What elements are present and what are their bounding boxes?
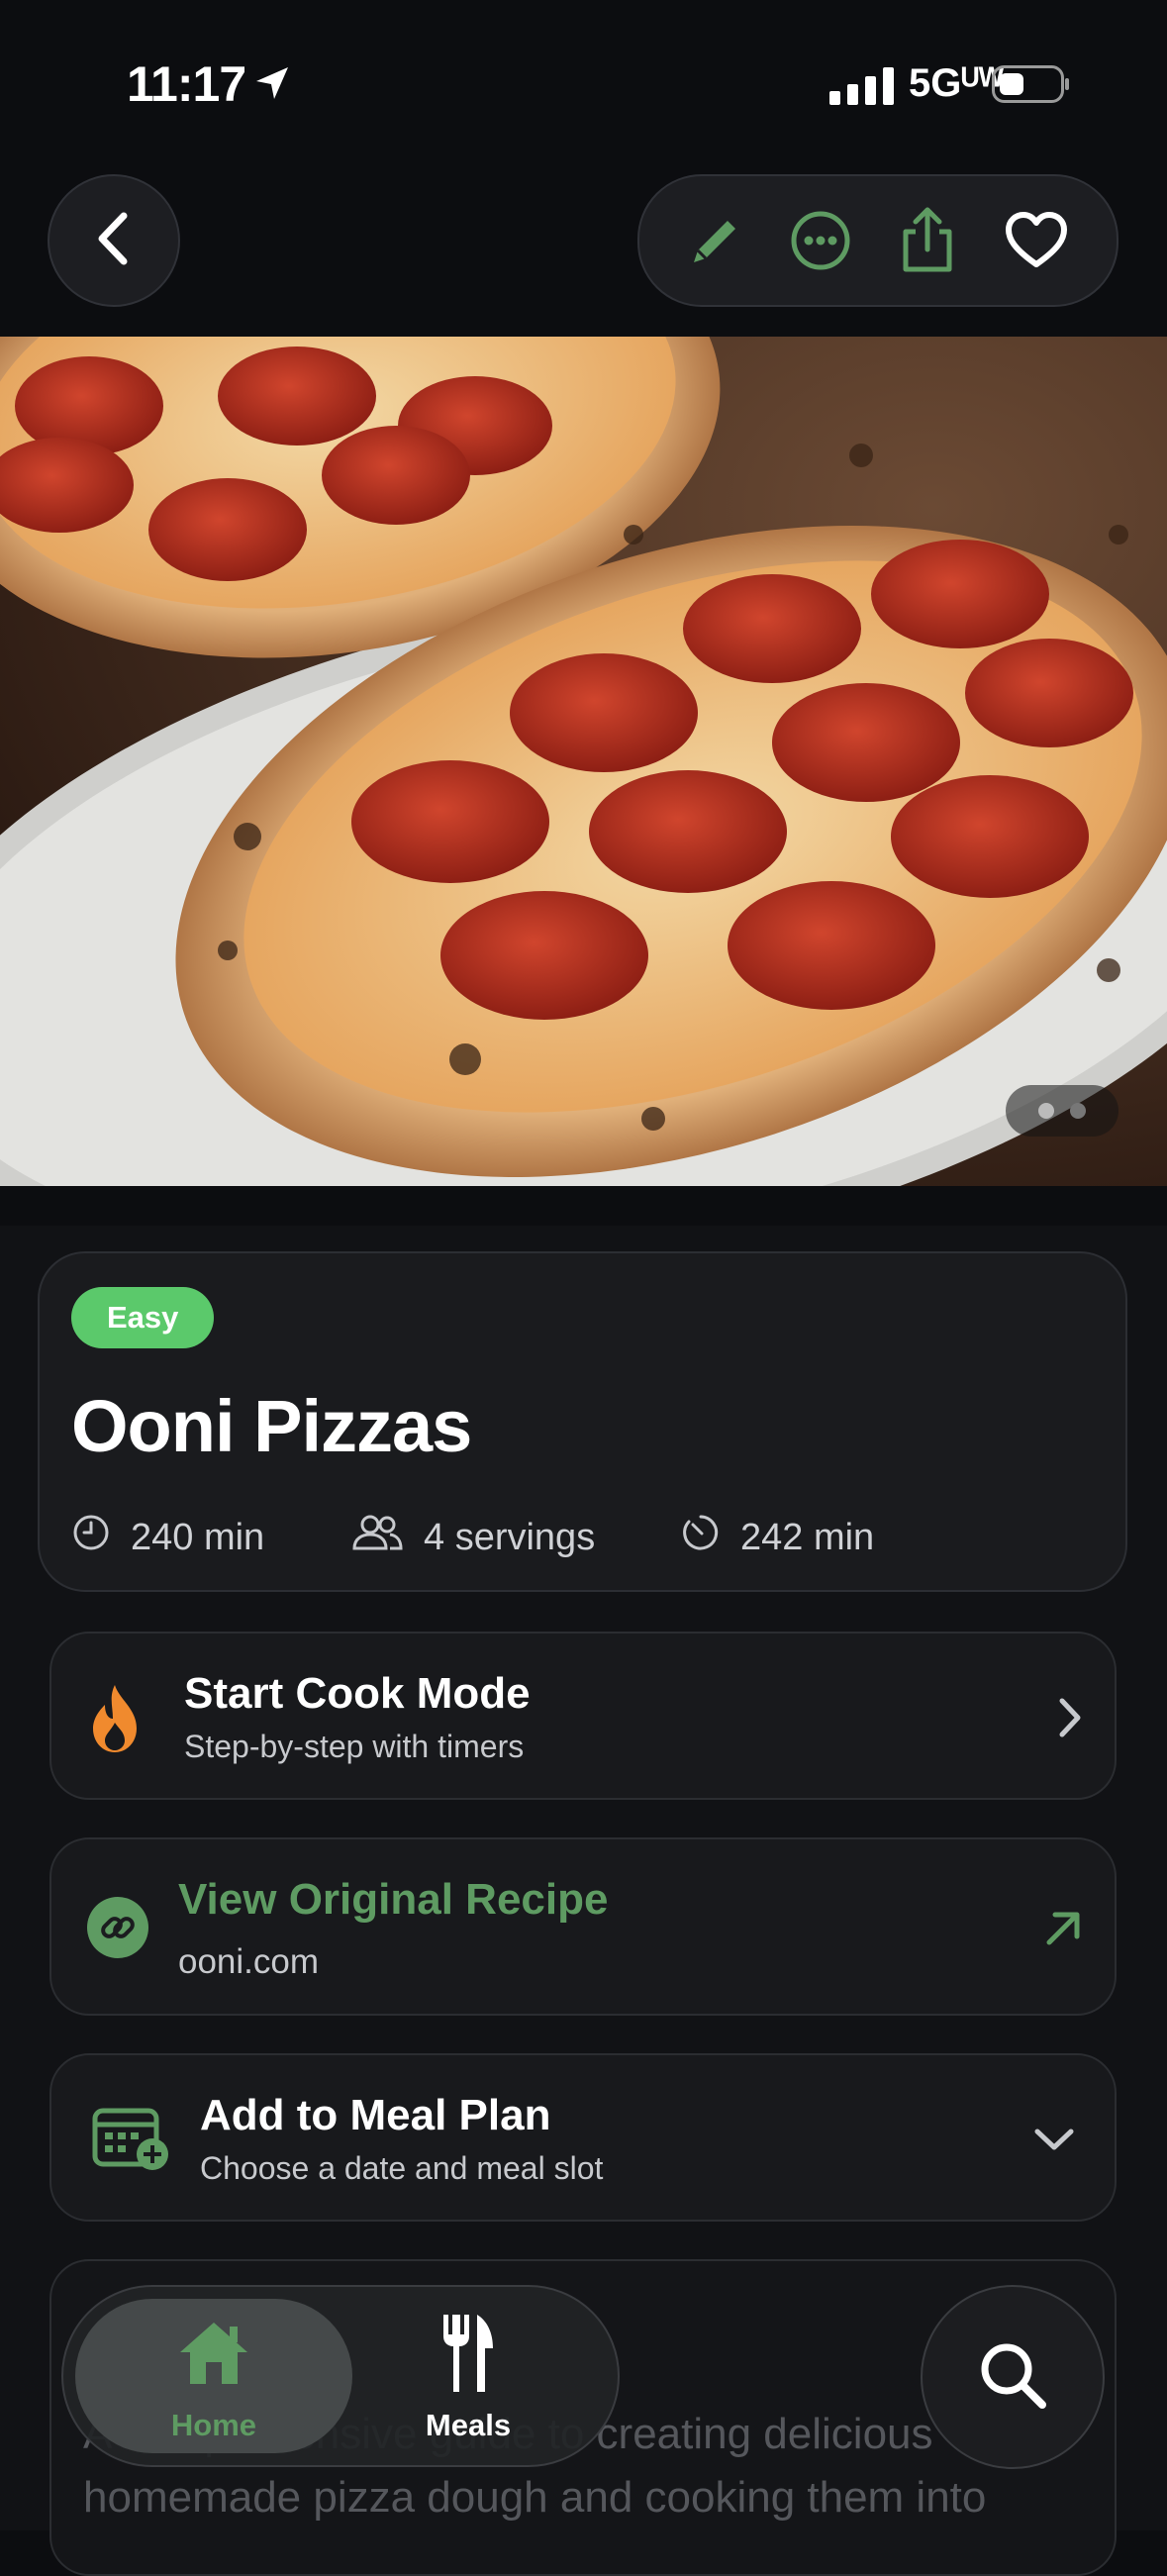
tab-home-label: Home (170, 2408, 257, 2442)
calendar-add-icon (91, 2103, 172, 2179)
people-icon (350, 1513, 404, 1562)
total-time-value: 242 min (740, 1516, 875, 1558)
cook-mode-title: Start Cook Mode (184, 1669, 531, 1718)
prep-time: 240 min (71, 1513, 264, 1562)
tab-meals[interactable]: Meals (364, 2299, 572, 2453)
share-icon[interactable] (893, 206, 962, 275)
start-cook-mode-button[interactable]: Start Cook Mode Step-by-step with timers (49, 1632, 1117, 1800)
network-type: 5Gᵁᵂ (909, 61, 1005, 105)
difficulty-badge: Easy (71, 1287, 215, 1348)
timer-icon (681, 1513, 721, 1562)
recipe-title: Ooni Pizzas (71, 1385, 472, 1467)
flame-icon (85, 1683, 145, 1759)
photo-page-indicator[interactable] (1006, 1085, 1118, 1137)
clock-icon (71, 1513, 111, 1562)
status-time: 11:17 (127, 56, 246, 112)
external-link-arrow-icon (1041, 1907, 1085, 1955)
chevron-left-icon (94, 212, 134, 270)
location-arrow-icon (252, 63, 292, 108)
servings-value: 4 servings (424, 1516, 596, 1558)
recipe-photo[interactable] (0, 337, 1167, 1186)
original-recipe-domain: ooni.com (178, 1942, 320, 1981)
view-original-recipe-link[interactable]: View Original Recipe ooni.com (49, 1837, 1117, 2016)
battery-icon (992, 65, 1069, 103)
search-button[interactable] (921, 2285, 1105, 2469)
add-to-meal-plan-dropdown[interactable]: Add to Meal Plan Choose a date and meal … (49, 2053, 1117, 2222)
total-time: 242 min (681, 1513, 874, 1562)
original-recipe-title: View Original Recipe (178, 1875, 609, 1924)
chevron-right-icon (1057, 1697, 1083, 1743)
cook-mode-subtitle: Step-by-step with timers (184, 1729, 525, 1764)
link-icon (87, 1897, 148, 1958)
description-line-2: homemade pizza dough and cooking them in… (83, 2473, 987, 2522)
fork-knife-icon (439, 2313, 495, 2399)
prep-time-value: 240 min (131, 1516, 265, 1558)
ellipsis-circle-icon[interactable] (786, 206, 855, 275)
house-icon (176, 2317, 251, 2393)
chevron-down-icon (1033, 2127, 1075, 2157)
tab-home[interactable]: Home (75, 2299, 352, 2453)
search-icon (975, 2337, 1050, 2418)
back-button[interactable] (48, 174, 180, 307)
heart-icon[interactable] (1002, 206, 1071, 275)
meal-plan-title: Add to Meal Plan (200, 2091, 551, 2139)
tab-meals-label: Meals (425, 2408, 512, 2442)
servings: 4 servings (350, 1513, 595, 1562)
recipe-actions-bar (637, 174, 1118, 307)
meal-plan-subtitle: Choose a date and meal slot (200, 2150, 604, 2186)
pencil-icon[interactable] (679, 206, 748, 275)
signal-icon (829, 67, 894, 105)
